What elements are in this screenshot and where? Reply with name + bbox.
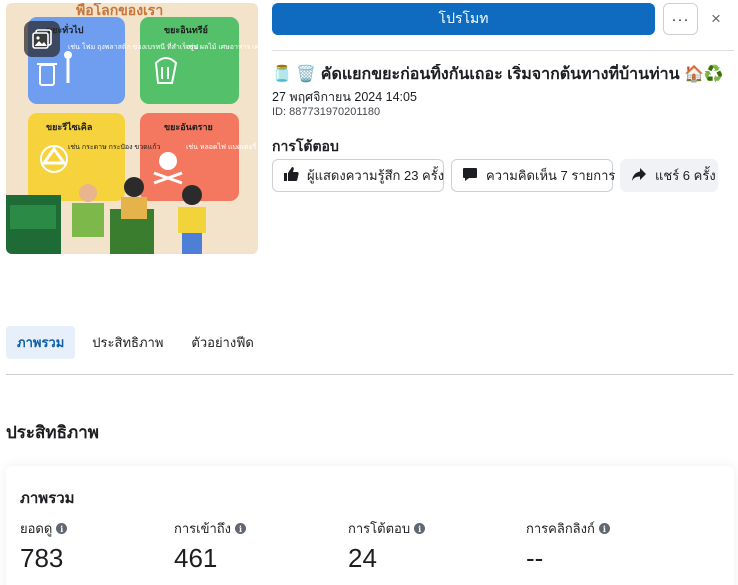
metric-value: 783 xyxy=(20,543,64,573)
metric-label: การเข้าถึง xyxy=(174,521,232,536)
card-title: ภาพรวม xyxy=(20,490,75,507)
more-options-button[interactable]: ··· xyxy=(663,3,698,35)
reactions-button[interactable]: ผู้แสดงความรู้สึก 23 ครั้ง xyxy=(272,159,444,192)
comment-icon xyxy=(462,166,478,185)
shares-button[interactable]: แชร์ 6 ครั้ง xyxy=(620,159,718,192)
metric-link-clicks: การคลิกลิงก์ i -- xyxy=(526,518,610,574)
bin-title-hazardous: ขยะอันตราย xyxy=(164,122,213,132)
metric-reach: การเข้าถึง i 461 xyxy=(174,518,247,574)
post-date: 27 พฤศจิกายน 2024 14:05 xyxy=(272,90,417,104)
metric-label: การโต้ตอบ xyxy=(348,521,411,536)
metric-value: -- xyxy=(526,543,544,573)
shares-button-label: แชร์ 6 ครั้ง xyxy=(655,168,716,183)
metric-label: ยอดดู xyxy=(20,521,53,536)
post-id: ID: 887731970201180 xyxy=(272,106,381,118)
more-icon: ··· xyxy=(671,10,690,28)
close-button[interactable]: × xyxy=(706,8,726,30)
tab-overview[interactable]: ภาพรวม xyxy=(6,326,76,359)
bin-desc-hazardous: เช่น หลอดไฟ แบตเตอรี่ ยาฆ่าแมลง ถ่านไฟฉา… xyxy=(186,142,258,151)
bin-desc-organic: เช่น ผลไม้ เศษอาหาร เศษผัก กิ่งไม้ ใบไม้ xyxy=(186,42,258,51)
bin-desc-general: เช่น โฟม ถุงพลาสติก ของเบรหนี ที่สำเร็จร… xyxy=(68,42,199,51)
metric-views: ยอดดู i 783 xyxy=(20,518,68,574)
image-gallery-icon xyxy=(24,21,60,57)
info-icon[interactable]: i xyxy=(235,523,247,534)
info-icon[interactable]: i xyxy=(414,523,426,534)
comments-button[interactable]: ความคิดเห็น 7 รายการ xyxy=(451,159,616,192)
bin-title-organic: ขยะอินทรีย์ xyxy=(164,24,208,35)
bin-title-recycle: ขยะรีไซเคิล xyxy=(46,121,92,132)
post-thumbnail[interactable]: พื่อโลกของเรา ขยะทั่วไป ขยะอินทรีย์ ขยะร… xyxy=(6,3,258,254)
bin-desc-recycle: เช่น กระดาษ กระป๋อง ขวดแก้ว xyxy=(68,143,160,151)
share-icon xyxy=(631,166,647,185)
tab-feed-preview[interactable]: ตัวอย่างฟีด xyxy=(180,326,264,359)
thumb-top-text: พื่อโลกของเรา xyxy=(76,3,163,18)
overview-card: ภาพรวม ยอดดู i 783 การเข้าถึง i 461 การโ… xyxy=(6,466,734,585)
reactions-button-label: ผู้แสดงความรู้สึก 23 ครั้ง xyxy=(307,168,445,183)
info-icon[interactable]: i xyxy=(598,523,610,534)
tab-performance[interactable]: ประสิทธิภาพ xyxy=(81,326,174,359)
metric-value: 24 xyxy=(348,543,377,573)
section-title: ประสิทธิภาพ xyxy=(6,423,99,442)
info-icon[interactable]: i xyxy=(56,523,68,534)
close-icon: × xyxy=(711,9,721,28)
divider xyxy=(6,374,734,375)
promote-button[interactable]: โปรโมท xyxy=(272,3,655,35)
comments-button-label: ความคิดเห็น 7 รายการ xyxy=(486,168,616,183)
metric-label: การคลิกลิงก์ xyxy=(526,521,595,536)
divider xyxy=(272,50,734,51)
metric-value: 461 xyxy=(174,543,218,573)
tab-bar: ภาพรวม ประสิทธิภาพ ตัวอย่างฟีด xyxy=(6,326,265,359)
reactions-heading: การโต้ตอบ xyxy=(272,138,339,154)
post-title: 🫙 🗑️ คัดแยกขยะก่อนทิ้งกันเถอะ เริ่มจากต้… xyxy=(272,66,724,83)
metric-engagement: การโต้ตอบ i 24 xyxy=(348,518,426,574)
thumbs-up-icon xyxy=(283,166,299,185)
